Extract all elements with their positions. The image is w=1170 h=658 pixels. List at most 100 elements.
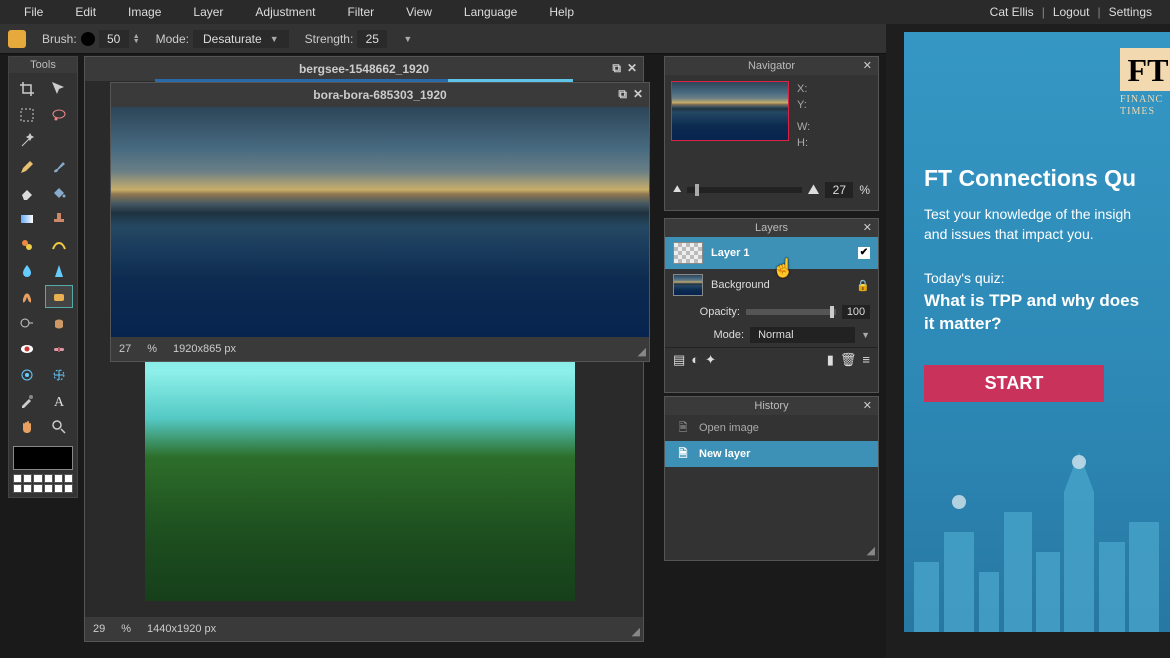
opacity-value[interactable]: 100 bbox=[842, 305, 870, 319]
layer-row[interactable]: Layer 1 ✔ bbox=[665, 237, 878, 269]
trash-icon[interactable]: 🗑 bbox=[840, 352, 857, 368]
chevron-down-icon[interactable]: ▼ bbox=[861, 330, 870, 340]
merge-icon[interactable]: ▮ bbox=[827, 352, 834, 368]
ad-title: FT Connections Qu bbox=[924, 166, 1150, 191]
close-icon[interactable]: ✕ bbox=[863, 399, 872, 412]
move-icon[interactable] bbox=[45, 77, 73, 100]
zoom-value[interactable]: 27 bbox=[825, 182, 853, 198]
chevron-down-icon: ▼ bbox=[270, 34, 279, 44]
mode-dropdown[interactable]: Desaturate ▼ bbox=[193, 30, 289, 48]
menu-icon[interactable]: ≡ bbox=[862, 352, 870, 368]
swatch-palette[interactable] bbox=[13, 474, 73, 493]
replace-color-icon[interactable] bbox=[13, 233, 41, 256]
history-label: Open image bbox=[699, 422, 759, 434]
menu-layer[interactable]: Layer bbox=[177, 1, 239, 23]
panel-title: History ✕ bbox=[665, 397, 878, 415]
pinch-icon[interactable] bbox=[45, 363, 73, 386]
spot-heal-icon[interactable] bbox=[45, 337, 73, 360]
history-row[interactable]: 🗎 Open image bbox=[665, 415, 878, 441]
fx-icon[interactable]: ✦ bbox=[705, 352, 716, 368]
start-button[interactable]: START bbox=[924, 365, 1104, 402]
layer-row[interactable]: Background 🔒 bbox=[665, 269, 878, 301]
maximize-icon[interactable]: ⧉ bbox=[612, 61, 621, 76]
zoom-in-icon[interactable]: ⛰ bbox=[808, 181, 820, 198]
resize-grip-icon[interactable]: ◢ bbox=[632, 625, 640, 638]
document-window-bora[interactable]: bora-bora-685303_1920 ⧉ ✕ 27 % 1920x865 … bbox=[110, 82, 650, 362]
eraser-icon[interactable] bbox=[13, 181, 41, 204]
coord-y: Y: bbox=[797, 97, 810, 113]
close-icon[interactable]: ✕ bbox=[633, 87, 643, 102]
stamp-icon[interactable] bbox=[45, 207, 73, 230]
opacity-slider[interactable] bbox=[746, 309, 836, 315]
close-icon[interactable]: ✕ bbox=[863, 221, 872, 234]
empty-icon[interactable] bbox=[45, 129, 73, 152]
foreground-color-swatch[interactable] bbox=[13, 446, 73, 470]
smudge-icon[interactable] bbox=[13, 285, 41, 308]
window-titlebar[interactable]: bora-bora-685303_1920 ⧉ ✕ bbox=[111, 83, 649, 107]
menu-view[interactable]: View bbox=[390, 1, 448, 23]
mask-icon[interactable]: ◐ bbox=[691, 352, 699, 368]
gradient-icon[interactable] bbox=[13, 207, 41, 230]
menu-help[interactable]: Help bbox=[533, 1, 590, 23]
blend-mode-dropdown[interactable]: Normal bbox=[750, 327, 855, 343]
layer-thumbnail bbox=[673, 274, 703, 296]
menu-file[interactable]: File bbox=[8, 1, 59, 23]
bucket-icon[interactable] bbox=[45, 181, 73, 204]
close-icon[interactable]: ✕ bbox=[863, 59, 872, 72]
brush-label: Brush: bbox=[42, 32, 77, 46]
maximize-icon[interactable]: ⧉ bbox=[618, 87, 627, 102]
resize-grip-icon[interactable]: ◢ bbox=[638, 345, 646, 358]
menu-filter[interactable]: Filter bbox=[331, 1, 390, 23]
strength-value[interactable]: 25 bbox=[357, 30, 387, 48]
zoom-out-icon[interactable]: ⛰ bbox=[673, 184, 681, 195]
marquee-icon[interactable] bbox=[13, 103, 41, 126]
close-icon[interactable]: ✕ bbox=[627, 61, 637, 76]
canvas-image[interactable] bbox=[111, 107, 649, 337]
wand-icon[interactable] bbox=[13, 129, 41, 152]
history-row[interactable]: 🗎 New layer bbox=[665, 441, 878, 467]
bloat-icon[interactable] bbox=[13, 363, 41, 386]
brush-size-value[interactable]: 50 bbox=[99, 30, 129, 48]
layer-thumbnail bbox=[673, 242, 703, 264]
user-name[interactable]: Cat Ellis bbox=[990, 5, 1034, 19]
open-image-icon: 🗎 bbox=[675, 420, 691, 436]
layers-panel: Layers ✕ Layer 1 ✔ Background 🔒 Opacity:… bbox=[664, 218, 879, 393]
picker-icon[interactable] bbox=[13, 389, 41, 412]
panel-title: Layers ✕ bbox=[665, 219, 878, 237]
brush-preview-icon[interactable] bbox=[81, 32, 95, 46]
zoom-icon[interactable] bbox=[45, 415, 73, 438]
pencil-icon[interactable] bbox=[13, 155, 41, 178]
logout-link[interactable]: Logout bbox=[1053, 5, 1090, 19]
brush-icon[interactable] bbox=[45, 155, 73, 178]
chevron-down-icon[interactable]: ▼ bbox=[403, 34, 412, 44]
burn-icon[interactable] bbox=[45, 311, 73, 334]
hand-icon[interactable] bbox=[13, 415, 41, 438]
redeye-icon[interactable] bbox=[13, 337, 41, 360]
drawing-icon[interactable] bbox=[45, 233, 73, 256]
ad-question: What is TPP and why does it matter? bbox=[924, 290, 1150, 334]
lasso-icon[interactable] bbox=[45, 103, 73, 126]
crop-icon[interactable] bbox=[13, 77, 41, 100]
menu-language[interactable]: Language bbox=[448, 1, 533, 23]
type-icon[interactable]: A bbox=[45, 389, 73, 412]
settings-link[interactable]: Settings bbox=[1109, 5, 1152, 19]
zoom-pct: % bbox=[859, 183, 870, 197]
sharpen-icon[interactable] bbox=[45, 259, 73, 282]
separator: | bbox=[1042, 5, 1045, 19]
zoom-pct: % bbox=[147, 343, 157, 355]
navigator-thumbnail[interactable] bbox=[671, 81, 789, 141]
brush-size-stepper[interactable]: ▲▼ bbox=[133, 34, 140, 44]
resize-grip-icon[interactable]: ◢ bbox=[867, 544, 875, 557]
menu-adjustment[interactable]: Adjustment bbox=[239, 1, 331, 23]
visibility-checkbox[interactable]: ✔ bbox=[858, 247, 870, 259]
new-layer-icon[interactable]: ▤ bbox=[673, 352, 685, 368]
tools-panel: Tools A bbox=[8, 56, 78, 498]
zoom-slider[interactable] bbox=[687, 187, 801, 193]
blur-icon[interactable] bbox=[13, 259, 41, 282]
window-titlebar[interactable]: bergsee-1548662_1920 ⧉ ✕ bbox=[85, 57, 643, 81]
coord-x: X: bbox=[797, 81, 810, 97]
menu-edit[interactable]: Edit bbox=[59, 1, 112, 23]
sponge-icon[interactable] bbox=[45, 285, 73, 308]
dodge-icon[interactable] bbox=[13, 311, 41, 334]
menu-image[interactable]: Image bbox=[112, 1, 177, 23]
